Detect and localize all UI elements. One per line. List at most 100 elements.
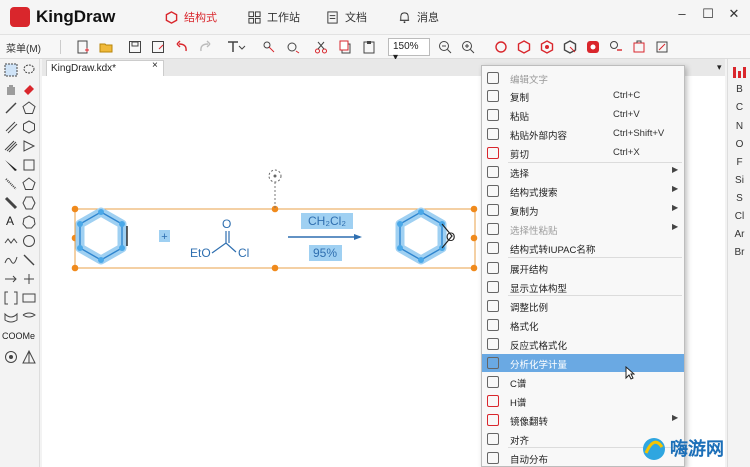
format-icon[interactable] xyxy=(262,40,276,54)
context-menu-item-10[interactable]: 结构式转IUPAC名称 xyxy=(482,239,684,257)
cycloalkane-icon[interactable] xyxy=(517,40,531,54)
coome-group-tool[interactable]: COOMe xyxy=(2,331,35,341)
context-menu-item-11[interactable]: 展开结构 xyxy=(482,259,684,277)
element-s-button[interactable]: S xyxy=(728,193,750,204)
element-c-button[interactable]: C xyxy=(728,102,750,113)
heterocycle-icon[interactable] xyxy=(540,40,554,54)
orbital-icon[interactable] xyxy=(4,350,18,364)
lab-equipment-icon[interactable] xyxy=(632,40,646,54)
context-menu-item-13[interactable]: 调整比例 xyxy=(482,297,684,315)
hash-bond-icon[interactable] xyxy=(4,177,18,191)
pentagon-alt-icon[interactable] xyxy=(22,177,36,191)
context-menu-item-6[interactable]: 选择 ▶ xyxy=(482,163,684,181)
circle-icon[interactable] xyxy=(22,234,36,248)
nav-tab-documents[interactable]: 文档 xyxy=(326,9,367,25)
hexagon-tool-icon[interactable] xyxy=(22,120,36,134)
arrow-icon[interactable] xyxy=(4,272,18,286)
zoom-select[interactable]: 150% ▾ xyxy=(388,38,430,63)
context-menu-item-3[interactable]: 粘贴 Ctrl+V xyxy=(482,106,684,124)
context-menu-item-5[interactable]: 剪切 Ctrl+X xyxy=(482,144,684,162)
cone-icon[interactable] xyxy=(22,350,36,364)
context-menu-item-2[interactable]: 复制 Ctrl+C xyxy=(482,87,684,105)
nav-tab-label: 结构式 xyxy=(184,12,217,24)
hand-icon[interactable] xyxy=(4,82,18,96)
close-tab-icon[interactable]: × xyxy=(152,60,158,71)
atom-text-tool[interactable]: A xyxy=(6,214,20,228)
pentagon-icon[interactable] xyxy=(22,101,36,115)
minimize-button[interactable]: – xyxy=(673,6,691,21)
context-menu-item-14[interactable]: 格式化 xyxy=(482,316,684,334)
element-ar-button[interactable]: Ar xyxy=(728,229,750,240)
square-icon[interactable] xyxy=(22,158,36,172)
hexagon-alt-icon[interactable] xyxy=(22,196,36,210)
context-menu-item-15[interactable]: 反应式格式化 xyxy=(482,335,684,353)
rectangle-icon[interactable] xyxy=(22,291,36,305)
open-folder-icon[interactable] xyxy=(99,40,113,54)
heptagon-icon[interactable] xyxy=(22,215,36,229)
single-bond-icon[interactable] xyxy=(4,101,18,115)
bold-bond-icon[interactable] xyxy=(4,196,18,210)
paste-icon[interactable] xyxy=(362,40,376,54)
redo-icon[interactable] xyxy=(198,40,212,54)
context-menu-label: 粘贴外部内容 xyxy=(510,131,568,142)
element-f-button[interactable]: F xyxy=(728,157,750,168)
lasso-icon[interactable] xyxy=(22,63,36,77)
double-bond-icon[interactable] xyxy=(4,120,18,134)
element-o-button[interactable]: O xyxy=(728,139,750,150)
bell-icon xyxy=(399,11,410,23)
element-b-button[interactable]: B xyxy=(728,84,750,95)
context-menu-label: 调整比例 xyxy=(510,303,549,314)
nav-tab-messages[interactable]: 消息 xyxy=(398,9,439,25)
context-menu-label: C谱 xyxy=(510,379,527,390)
ribbon-icon[interactable] xyxy=(4,310,18,324)
save-as-icon[interactable] xyxy=(151,40,165,54)
context-menu-item-12[interactable]: 显示立体构型 xyxy=(482,278,684,296)
flag-icon[interactable] xyxy=(22,310,36,324)
nav-tab-label: 消息 xyxy=(417,12,439,24)
context-menu-item-17[interactable]: C谱 xyxy=(482,373,684,391)
ring-template-icon[interactable] xyxy=(494,40,508,54)
context-menu-item-7[interactable]: 结构式搜索 ▶ xyxy=(482,182,684,200)
zoom-out-icon[interactable] xyxy=(438,40,452,54)
nav-tab-workstation[interactable]: 工作站 xyxy=(248,9,300,25)
context-menu-item-8[interactable]: 复制为 ▶ xyxy=(482,201,684,219)
menu-button[interactable]: 菜单(M) xyxy=(6,40,41,55)
plus-icon[interactable] xyxy=(22,272,36,286)
nav-tab-structure[interactable]: 结构式 xyxy=(165,9,217,25)
tab-overflow-icon[interactable]: ▾ xyxy=(717,62,722,73)
element-br-button[interactable]: Br xyxy=(728,247,750,258)
shape-library-icon[interactable] xyxy=(655,40,669,54)
context-menu-item-1: 编辑文字 xyxy=(482,69,684,87)
element-si-button[interactable]: Si xyxy=(728,175,750,186)
chain-icon[interactable] xyxy=(4,234,18,248)
new-file-icon[interactable] xyxy=(76,40,90,54)
eraser-icon[interactable] xyxy=(22,82,36,96)
amino-acid-icon[interactable] xyxy=(586,40,600,54)
context-menu-item-18[interactable]: H谱 xyxy=(482,392,684,410)
reaction-format-icon[interactable] xyxy=(286,40,300,54)
periodic-table-icon[interactable] xyxy=(733,67,746,78)
wedge-bond-icon[interactable] xyxy=(4,158,18,172)
ring-with-group-icon[interactable] xyxy=(563,40,577,54)
line-icon[interactable] xyxy=(22,253,36,267)
triple-bond-icon[interactable] xyxy=(4,139,18,153)
selection-rectangle-icon[interactable] xyxy=(4,63,18,77)
document-tab[interactable]: KingDraw.kdx* xyxy=(46,60,164,76)
save-icon[interactable] xyxy=(128,40,142,54)
context-menu-item-4[interactable]: 粘贴外部内容 Ctrl+Shift+V xyxy=(482,125,684,143)
cut-icon[interactable] xyxy=(314,40,328,54)
copy-icon[interactable] xyxy=(338,40,352,54)
context-menu-item-16[interactable]: 分析化学计量 xyxy=(482,354,684,372)
close-window-button[interactable]: ✕ xyxy=(725,6,743,22)
zoom-in-icon[interactable] xyxy=(461,40,475,54)
maximize-button[interactable]: ☐ xyxy=(699,6,717,22)
chevron-down-icon[interactable] xyxy=(238,40,246,54)
triangle-icon[interactable] xyxy=(22,139,36,153)
brackets-icon[interactable] xyxy=(4,291,18,305)
undo-icon[interactable] xyxy=(175,40,189,54)
context-menu: 编辑文字 复制 Ctrl+C 粘贴 Ctrl+V 粘贴外部内容 Ctrl+Shift+V 剪切… xyxy=(481,65,685,467)
element-n-button[interactable]: N xyxy=(728,121,750,132)
sugar-icon[interactable] xyxy=(609,40,623,54)
curve-icon[interactable] xyxy=(4,253,18,267)
element-cl-button[interactable]: Cl xyxy=(728,211,750,222)
